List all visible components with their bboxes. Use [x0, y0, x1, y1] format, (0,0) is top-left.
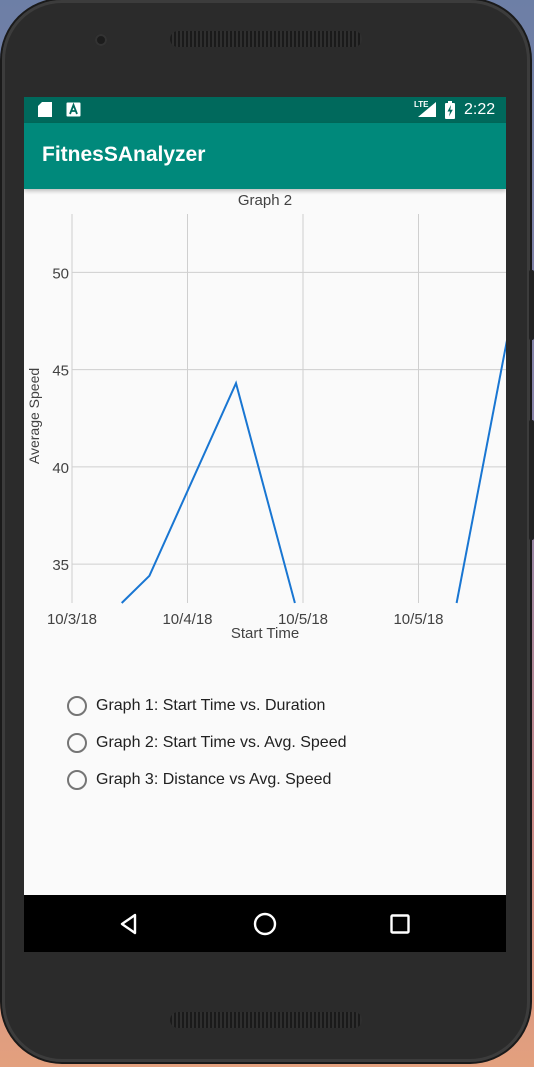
navigation-bar	[24, 895, 506, 952]
radio-label: Graph 1: Start Time vs. Duration	[96, 697, 326, 714]
radio-option-graph-1[interactable]: Graph 1: Start Time vs. Duration	[67, 692, 325, 720]
a-notification-icon	[66, 102, 81, 117]
y-tick-label: 45	[52, 363, 69, 380]
chart-title: Graph 2	[238, 192, 292, 209]
x-axis-label: Start Time	[231, 625, 299, 642]
battery-charging-icon	[445, 101, 455, 119]
status-bar: LTE 2:22	[24, 97, 506, 123]
lte-label: LTE	[414, 100, 429, 109]
line-chart[interactable]: Graph 2 35404550 10/3/18 10/4/18 10/5/18 10…	[24, 189, 506, 659]
volume-button	[529, 420, 534, 540]
top-speaker	[170, 31, 362, 47]
x-tick-label: 10/4/18	[162, 611, 212, 628]
back-icon[interactable]	[112, 907, 146, 941]
y-axis-label: Average Speed	[26, 368, 42, 464]
radio-label: Graph 3: Distance vs Avg. Speed	[96, 771, 332, 788]
radio-option-graph-3[interactable]: Graph 3: Distance vs Avg. Speed	[67, 766, 331, 794]
radio-button[interactable]	[67, 733, 87, 753]
radio-button[interactable]	[67, 696, 87, 716]
power-button	[529, 270, 534, 340]
y-tick-label: 50	[52, 265, 69, 282]
radio-button[interactable]	[67, 770, 87, 790]
sd-card-icon	[38, 102, 52, 117]
device-screen: LTE 2:22 FitnesSAnalyzer Graph 2 35 40 45 5…	[24, 97, 506, 952]
status-time: 2:22	[464, 101, 496, 118]
recents-icon[interactable]	[383, 907, 417, 941]
bottom-speaker	[170, 1012, 362, 1028]
y-tick-label: 40	[52, 460, 69, 477]
x-tick-label: 10/5/18	[393, 611, 443, 628]
x-tick-label: 10/3/18	[47, 611, 97, 628]
radio-label: Graph 2: Start Time vs. Avg. Speed	[96, 734, 347, 751]
series-line	[455, 340, 506, 604]
radio-option-graph-2[interactable]: Graph 2: Start Time vs. Avg. Speed	[67, 729, 347, 757]
y-tick-label: 35	[52, 557, 69, 574]
app-title: FitnesSAnalyzer	[42, 143, 206, 166]
home-icon[interactable]	[248, 907, 282, 941]
series-line	[120, 380, 296, 604]
lte-signal-icon: LTE	[414, 100, 438, 118]
front-camera	[95, 34, 107, 46]
app-bar: FitnesSAnalyzer	[24, 123, 506, 189]
